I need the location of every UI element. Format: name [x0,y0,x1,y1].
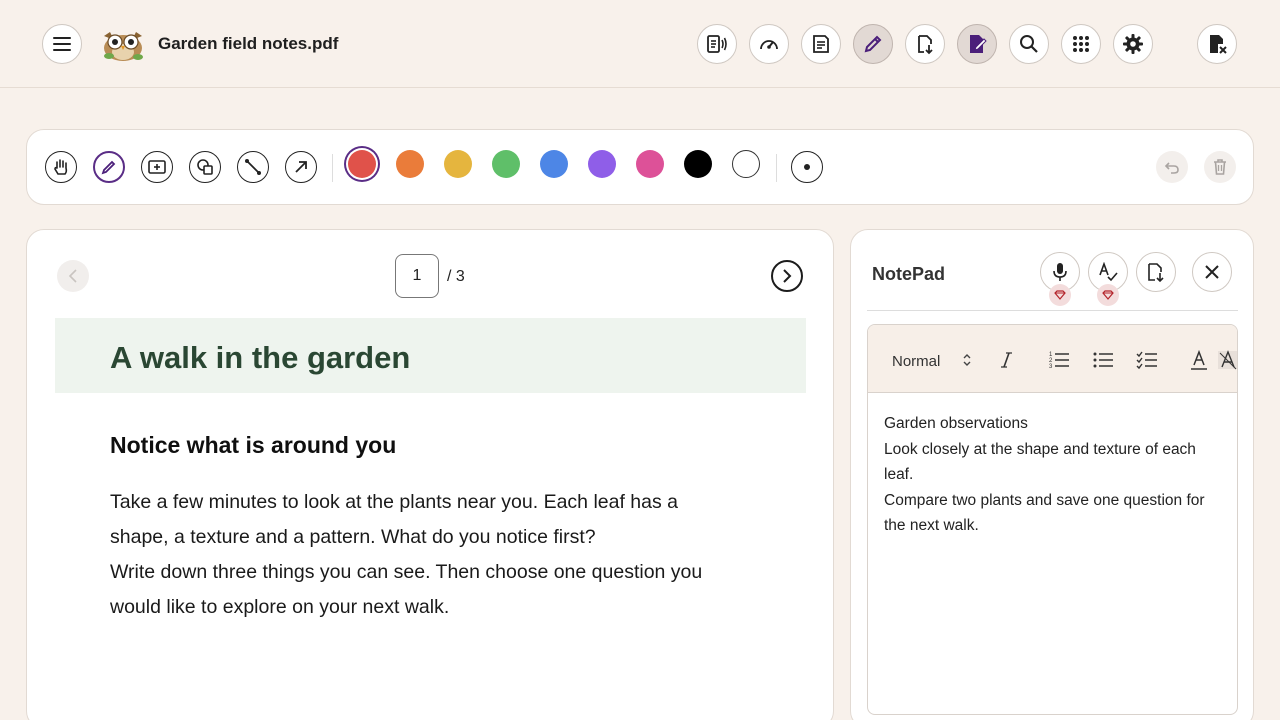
settings-button[interactable] [1113,24,1153,64]
hamburger-menu-icon [53,37,71,51]
paragraph-style-select[interactable]: Normal [892,353,940,370]
arrow-icon [295,161,307,173]
hamburger-menu-button[interactable] [42,24,82,64]
edit-document-button[interactable] [957,24,997,64]
draw-button[interactable] [853,24,893,64]
note-line: Garden observations [884,415,1028,432]
color-swatch-pink[interactable] [636,150,664,178]
color-swatch-purple[interactable] [588,150,616,178]
delete-button[interactable] [1204,151,1236,183]
delete-icon [1214,159,1226,175]
exit-document-button[interactable] [1197,24,1237,64]
document-body: Take a few minutes to look at the plants… [110,485,710,625]
apps-grid-icon [1073,36,1089,52]
download-button[interactable] [905,24,945,64]
pan-hand-icon [54,159,68,175]
apps-button[interactable] [1061,24,1101,64]
note-content[interactable]: Garden observations Look closely at the … [884,411,1224,539]
notepad-title: NotePad [872,264,946,284]
clear-format-icon[interactable] [1217,349,1238,371]
shapes-tool-button[interactable] [189,151,221,183]
numbered-list-icon[interactable]: 1 2 3 [1048,349,1070,371]
undo-button[interactable] [1156,151,1188,183]
undo-icon [1164,162,1179,174]
color-swatch-white[interactable] [732,150,760,178]
spell-check-icon [1099,262,1118,282]
premium-badge [1049,284,1071,306]
stroke-size-icon [804,164,810,170]
close-notepad-button[interactable] [1192,252,1232,292]
select-arrows-icon [963,354,971,366]
arrow-tool-button[interactable] [285,151,317,183]
note-line: Look closely at the shape and texture of… [884,440,1196,484]
microphone-icon [1053,263,1067,281]
page-total: / 3 [447,268,465,285]
pen-tool-button[interactable] [93,151,125,183]
premium-badge [1097,284,1119,306]
color-swatch-red[interactable] [348,150,376,178]
toolbar-divider [776,154,777,182]
add-text-box-icon [148,160,166,174]
chevron-right-icon [783,269,792,283]
paragraph: Take a few minutes to look at the plants… [110,491,679,548]
divider [867,310,1238,311]
export-note-button[interactable] [1136,252,1176,292]
pen-icon [864,35,882,53]
export-note-icon [1148,263,1164,283]
settings-gear-icon [1123,34,1143,54]
italic-icon[interactable] [996,349,1018,371]
notes-icon [813,35,829,53]
page-number-input[interactable] [395,254,439,298]
read-aloud-icon [707,35,727,53]
shapes-icon [197,159,213,175]
drawing-toolbar [26,129,1254,205]
search-icon [1020,35,1038,53]
page-heading: A walk in the garden [110,340,411,375]
top-bar: Garden field notes.pdf [0,0,1280,88]
owl-logo-icon [104,32,143,61]
checklist-icon[interactable] [1136,349,1158,371]
pan-tool-button[interactable] [45,151,77,183]
stroke-size-button[interactable] [791,151,823,183]
document-viewer: / 3 A walk in the garden Notice what is … [26,229,834,720]
section-heading: Notice what is around you [110,432,397,458]
read-aloud-button[interactable] [697,24,737,64]
line-tool-button[interactable] [237,151,269,183]
color-swatch-green[interactable] [492,150,520,178]
previous-page-button[interactable] [57,260,89,292]
reading-speed-button[interactable] [749,24,789,64]
edit-document-icon [970,35,987,53]
format-toolbar: Normal 1 2 3 [868,325,1237,393]
svg-text:3: 3 [1049,364,1053,370]
color-swatch-black[interactable] [684,150,712,178]
paragraph: Write down three things you can see. The… [110,561,703,618]
diamond-icon [1054,290,1066,300]
close-icon [1205,265,1219,279]
document-title: Garden field notes.pdf [158,34,339,53]
next-page-button[interactable] [771,260,803,292]
color-swatch-orange[interactable] [396,150,424,178]
add-text-box-button[interactable] [141,151,173,183]
color-swatch-yellow[interactable] [444,150,472,178]
note-editor: Normal 1 2 3 Garden observations Look cl… [867,324,1238,715]
notes-button[interactable] [801,24,841,64]
text-color-icon[interactable] [1188,349,1210,371]
speed-gauge-icon [760,40,778,50]
exit-document-icon [1210,35,1227,54]
chevron-left-icon [68,269,77,283]
pen-icon [101,160,116,175]
bullet-list-icon[interactable] [1092,349,1114,371]
search-button[interactable] [1009,24,1049,64]
line-icon [245,159,261,175]
page-banner: A walk in the garden [55,318,806,393]
color-swatch-blue[interactable] [540,150,568,178]
diamond-icon [1102,290,1114,300]
download-icon [918,35,933,55]
notepad-panel: NotePad Normal 1 2 3 Garden observations… [850,229,1254,720]
note-line: Compare two plants and save one question… [884,491,1205,535]
toolbar-divider [332,154,333,182]
